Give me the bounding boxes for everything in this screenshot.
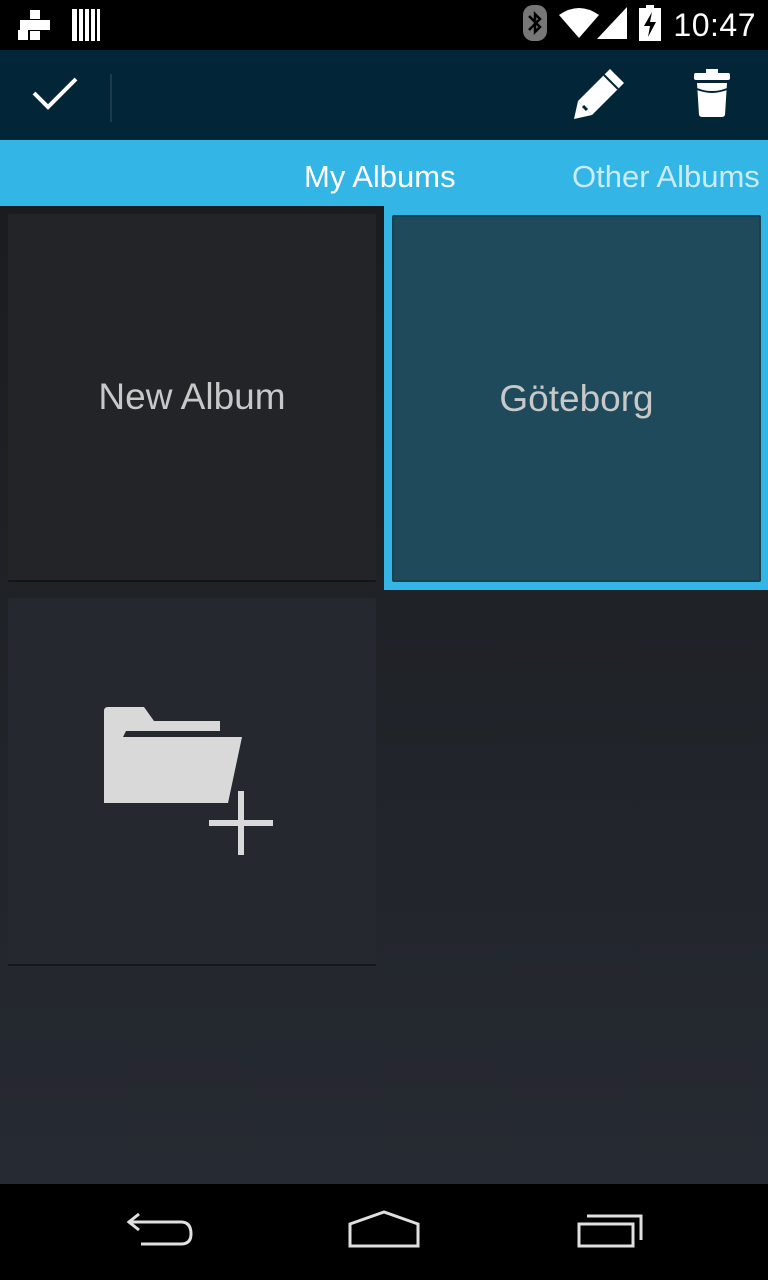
- action-bar: [0, 50, 768, 140]
- add-folder-icon: [104, 703, 280, 860]
- action-divider: [110, 74, 112, 122]
- recents-icon: [575, 1210, 645, 1255]
- status-bar: 10:47: [0, 0, 768, 50]
- add-album-tile[interactable]: [8, 598, 376, 966]
- bluetooth-icon: [523, 5, 548, 46]
- tunein-icon: [18, 8, 52, 47]
- tab-strip: My Albums Other Albums: [0, 140, 768, 206]
- edit-button[interactable]: [560, 50, 640, 140]
- navigation-bar: [0, 1184, 768, 1280]
- delete-button[interactable]: [672, 50, 752, 140]
- recents-button[interactable]: [530, 1184, 690, 1280]
- barcode-icon: [72, 9, 100, 46]
- album-label: Göteborg: [499, 377, 654, 419]
- done-button[interactable]: [0, 50, 110, 140]
- status-time: 10:47: [673, 7, 756, 43]
- album-tile-new-album[interactable]: New Album: [8, 214, 376, 582]
- tab-my-albums[interactable]: My Albums: [304, 140, 456, 206]
- pencil-icon: [572, 65, 628, 126]
- screen: 10:47 My Albums Other Albums New Album G…: [0, 0, 768, 1280]
- back-button[interactable]: [80, 1184, 240, 1280]
- album-label: New Album: [98, 376, 286, 417]
- album-grid: New Album Göteborg: [0, 206, 768, 1184]
- back-icon: [125, 1210, 195, 1255]
- album-tile-goteborg[interactable]: Göteborg: [392, 215, 761, 582]
- check-icon: [31, 75, 79, 116]
- home-icon: [346, 1209, 422, 1255]
- signal-icon: [597, 7, 628, 44]
- trash-icon: [694, 68, 730, 122]
- battery-charging-icon: [639, 5, 662, 46]
- wifi-icon: [559, 7, 600, 44]
- tab-other-albums[interactable]: Other Albums: [572, 140, 760, 206]
- home-button[interactable]: [304, 1184, 464, 1280]
